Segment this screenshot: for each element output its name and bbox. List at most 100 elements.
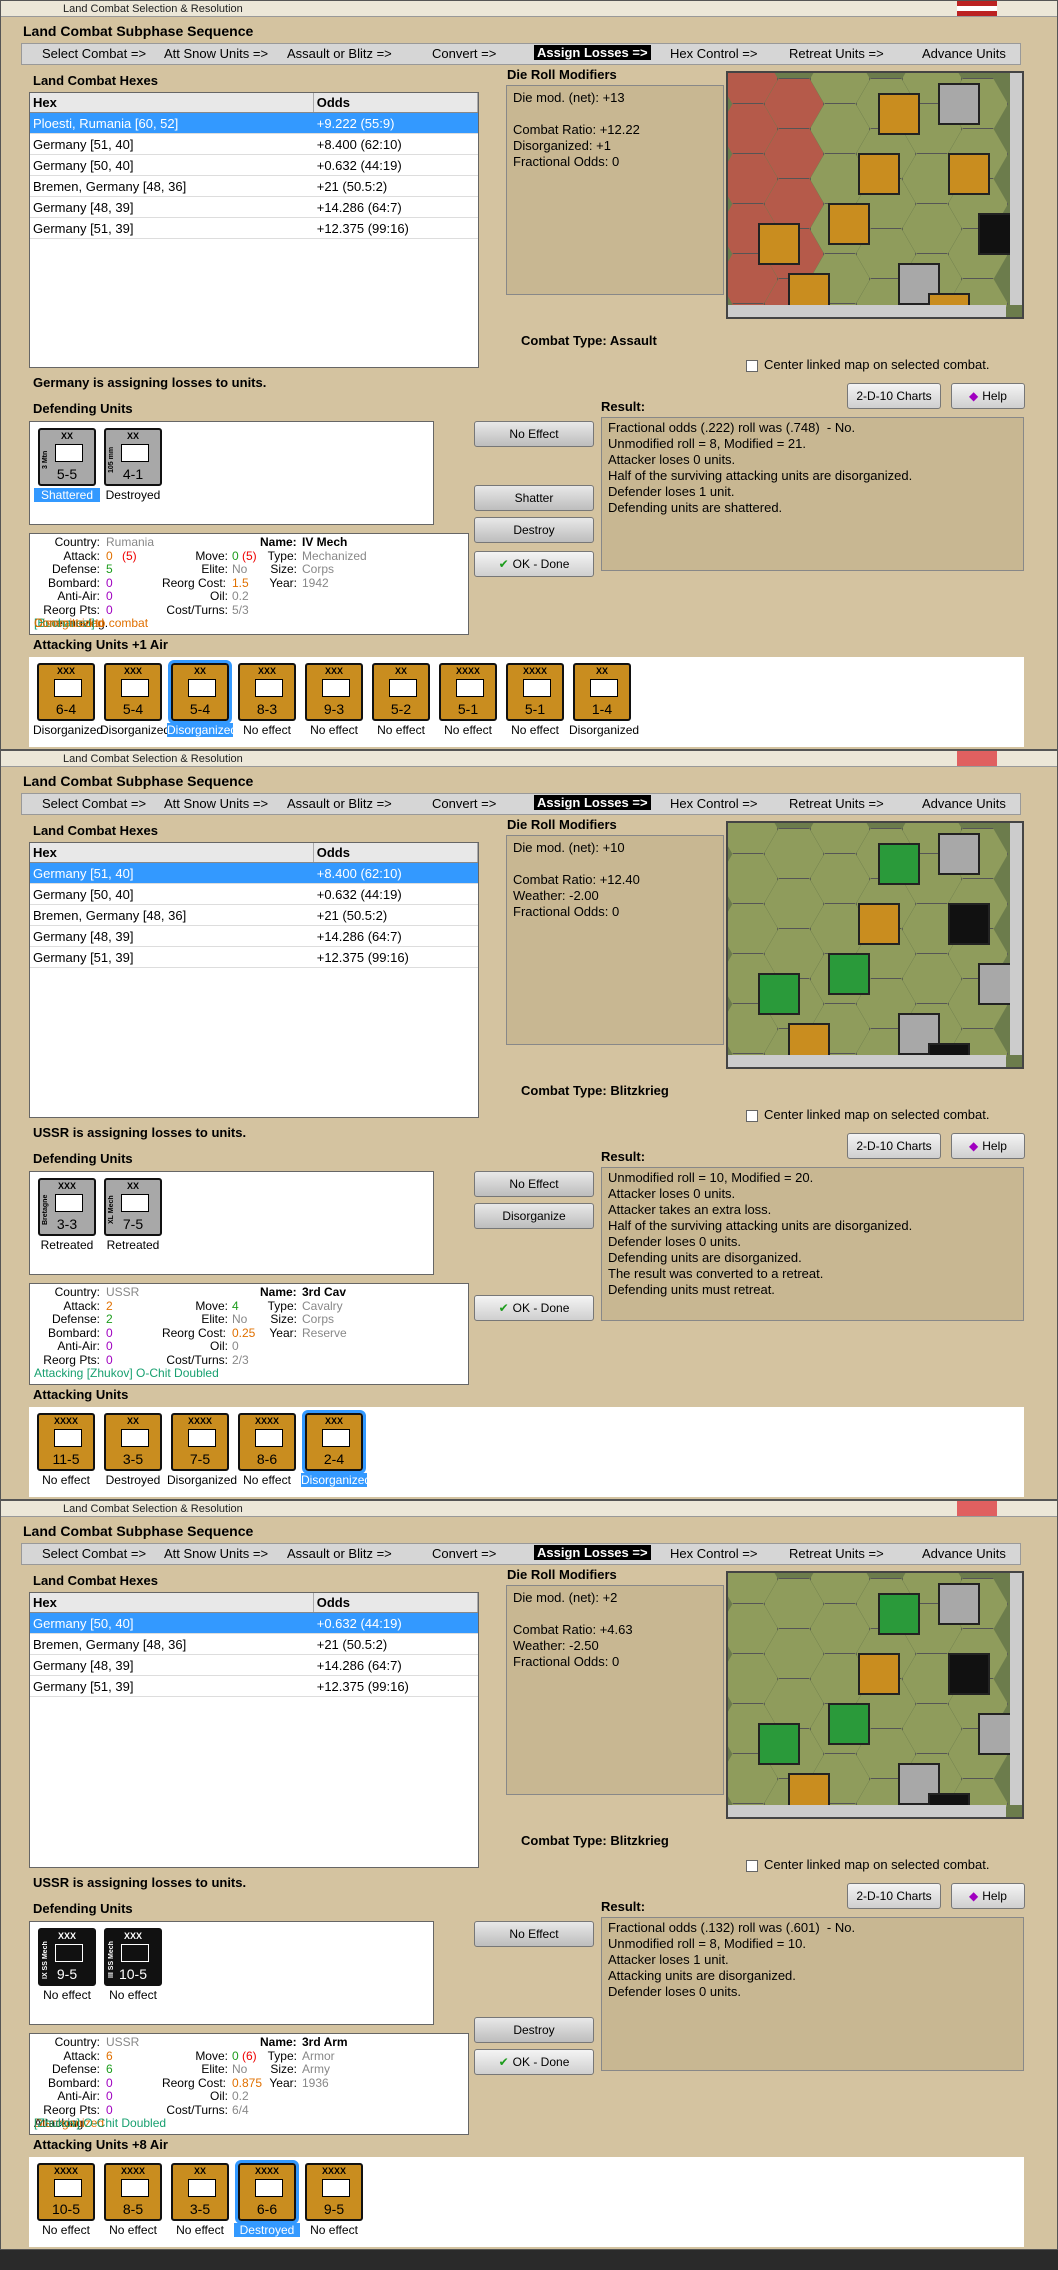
table-row[interactable]: Germany [48, 39] +14.286 (64:7) xyxy=(30,926,478,947)
map-unit[interactable] xyxy=(858,153,900,195)
phase-1[interactable]: Att Snow Units => xyxy=(164,46,268,61)
phase-2[interactable]: Assault or Blitz => xyxy=(287,796,392,811)
phase-3[interactable]: Convert => xyxy=(432,1546,496,1561)
odds-col-header[interactable]: Odds xyxy=(314,1593,478,1612)
defender-chit[interactable]: XX XL Mech 7-5 xyxy=(104,1178,162,1236)
map-unit[interactable] xyxy=(948,1653,990,1695)
phase-1[interactable]: Att Snow Units => xyxy=(164,796,268,811)
map-unit[interactable] xyxy=(758,223,800,265)
table-row[interactable]: Ploesti, Rumania [60, 52] +9.222 (55:9) xyxy=(30,113,478,134)
table-row[interactable]: Germany [50, 40] +0.632 (44:19) xyxy=(30,155,478,176)
map-vscrollbar[interactable] xyxy=(1010,73,1022,305)
defender-chit[interactable]: XX 105 mm 4-1 xyxy=(104,428,162,486)
phase-5[interactable]: Hex Control => xyxy=(670,46,757,61)
table-row[interactable]: Bremen, Germany [48, 36] +21 (50.5:2) xyxy=(30,1634,478,1655)
defender-chit[interactable]: XXX Bretagne 3-3 xyxy=(38,1178,96,1236)
help-button[interactable]: ◆ Help xyxy=(951,1883,1025,1909)
map-unit[interactable] xyxy=(948,903,990,945)
action-button-1[interactable]: Shatter xyxy=(474,485,594,511)
map-unit[interactable] xyxy=(858,1653,900,1695)
hex-col-header[interactable]: Hex xyxy=(30,1593,314,1612)
attacker-chit[interactable]: XX 5-4 xyxy=(168,660,232,724)
table-row[interactable]: Germany [51, 40] +8.400 (62:10) xyxy=(30,863,478,884)
action-button-0[interactable]: No Effect xyxy=(474,1921,594,1947)
attacker-chit[interactable]: XXX 5-4 xyxy=(104,663,162,721)
attacker-chit[interactable]: XXXX 8-6 xyxy=(238,1413,296,1471)
attacker-chit[interactable]: XXXX 6-6 xyxy=(235,2160,299,2224)
attacking-box[interactable]: XXXX 11-5 No effect XX 3-5 Destroyed XXXX 7-5 Di… xyxy=(29,1407,1024,1497)
phase-6[interactable]: Retreat Units => xyxy=(789,46,884,61)
map-unit[interactable] xyxy=(938,1583,980,1625)
attacker-chit[interactable]: XXXX 5-1 xyxy=(506,663,564,721)
center-map-checkbox[interactable]: Center linked map on selected combat. xyxy=(746,357,989,372)
phase-3[interactable]: Convert => xyxy=(432,46,496,61)
attacker-chit[interactable]: XXXX 7-5 xyxy=(171,1413,229,1471)
map-unit[interactable] xyxy=(858,903,900,945)
attacker-chit[interactable]: XXXX 5-1 xyxy=(439,663,497,721)
attacking-box[interactable]: XXX 6-4 Disorganized XXX 5-4 Disorganized XX 5-… xyxy=(29,657,1024,747)
ok-done-button[interactable]: ✔ OK - Done xyxy=(474,551,594,577)
odds-col-header[interactable]: Odds xyxy=(314,843,478,862)
defending-box[interactable]: XXX IX SS Mech 9-5 No effect XXX III SS Mech 1… xyxy=(29,1921,434,2025)
phase-5[interactable]: Hex Control => xyxy=(670,796,757,811)
linked-map[interactable] xyxy=(726,821,1024,1069)
table-row[interactable]: Germany [51, 40] +8.400 (62:10) xyxy=(30,134,478,155)
attacker-chit[interactable]: XXX 6-4 xyxy=(37,663,95,721)
attacker-chit[interactable]: XXXX 10-5 xyxy=(37,2163,95,2221)
action-button-1[interactable]: Disorganize xyxy=(474,1203,594,1229)
map-scrollbar[interactable] xyxy=(728,305,1006,317)
map-unit[interactable] xyxy=(938,833,980,875)
odds-col-header[interactable]: Odds xyxy=(314,93,478,112)
phase-0[interactable]: Select Combat => xyxy=(42,1546,146,1561)
defending-box[interactable]: XX 3 Mtn 5-5 Shattered XX 105 mm 4-1 Destroyed xyxy=(29,421,434,525)
linked-map[interactable] xyxy=(726,71,1024,319)
map-unit[interactable] xyxy=(758,1723,800,1765)
ok-done-button[interactable]: ✔ OK - Done xyxy=(474,1295,594,1321)
center-map-checkbox[interactable]: Center linked map on selected combat. xyxy=(746,1857,989,1872)
table-row[interactable]: Germany [51, 39] +12.375 (99:16) xyxy=(30,947,478,968)
action-button-2[interactable]: Destroy xyxy=(474,517,594,543)
phase-5[interactable]: Hex Control => xyxy=(670,1546,757,1561)
hex-table[interactable]: Hex Odds Germany [50, 40] +0.632 (44:19) Bre… xyxy=(29,1592,479,1868)
phase-7[interactable]: Advance Units xyxy=(922,46,1006,61)
linked-map[interactable] xyxy=(726,1571,1024,1819)
phase-3[interactable]: Convert => xyxy=(432,796,496,811)
map-unit[interactable] xyxy=(828,953,870,995)
map-scrollbar[interactable] xyxy=(728,1055,1006,1067)
phase-2[interactable]: Assault or Blitz => xyxy=(287,1546,392,1561)
checkbox[interactable] xyxy=(746,359,758,372)
phase-7[interactable]: Advance Units xyxy=(922,796,1006,811)
attacker-chit[interactable]: XXX 8-3 xyxy=(238,663,296,721)
close-icon[interactable] xyxy=(957,1501,997,1516)
phase-6[interactable]: Retreat Units => xyxy=(789,796,884,811)
map-unit[interactable] xyxy=(878,843,920,885)
phase-6[interactable]: Retreat Units => xyxy=(789,1546,884,1561)
table-row[interactable]: Germany [50, 40] +0.632 (44:19) xyxy=(30,1613,478,1634)
action-button-0[interactable]: No Effect xyxy=(474,1171,594,1197)
checkbox[interactable] xyxy=(746,1859,758,1872)
defender-chit[interactable]: XXX IX SS Mech 9-5 xyxy=(38,1928,96,1986)
attacker-chit[interactable]: XX 3-5 xyxy=(104,1413,162,1471)
attacker-chit[interactable]: XXXX 8-5 xyxy=(104,2163,162,2221)
attacker-chit[interactable]: XXX 9-3 xyxy=(305,663,363,721)
phase-7[interactable]: Advance Units xyxy=(922,1546,1006,1561)
map-unit[interactable] xyxy=(758,973,800,1015)
charts-button[interactable]: 2-D-10 Charts xyxy=(847,1133,941,1159)
flag-icon[interactable] xyxy=(957,1,997,16)
attacker-chit[interactable]: XXXX 11-5 xyxy=(37,1413,95,1471)
phase-1[interactable]: Att Snow Units => xyxy=(164,1546,268,1561)
table-row[interactable]: Germany [51, 39] +12.375 (99:16) xyxy=(30,218,478,239)
map-unit[interactable] xyxy=(878,93,920,135)
attacker-chit[interactable]: XXX 2-4 xyxy=(302,1410,366,1474)
table-row[interactable]: Germany [50, 40] +0.632 (44:19) xyxy=(30,884,478,905)
ok-done-button[interactable]: ✔ OK - Done xyxy=(474,2049,594,2075)
phase-0[interactable]: Select Combat => xyxy=(42,796,146,811)
table-row[interactable]: Bremen, Germany [48, 36] +21 (50.5:2) xyxy=(30,176,478,197)
map-unit[interactable] xyxy=(828,1703,870,1745)
map-unit[interactable] xyxy=(938,83,980,125)
close-icon[interactable] xyxy=(957,751,997,766)
attacker-chit[interactable]: XX 1-4 xyxy=(573,663,631,721)
map-unit[interactable] xyxy=(828,203,870,245)
attacker-chit[interactable]: XXXX 9-5 xyxy=(305,2163,363,2221)
phase-4[interactable]: Assign Losses => xyxy=(534,45,651,60)
